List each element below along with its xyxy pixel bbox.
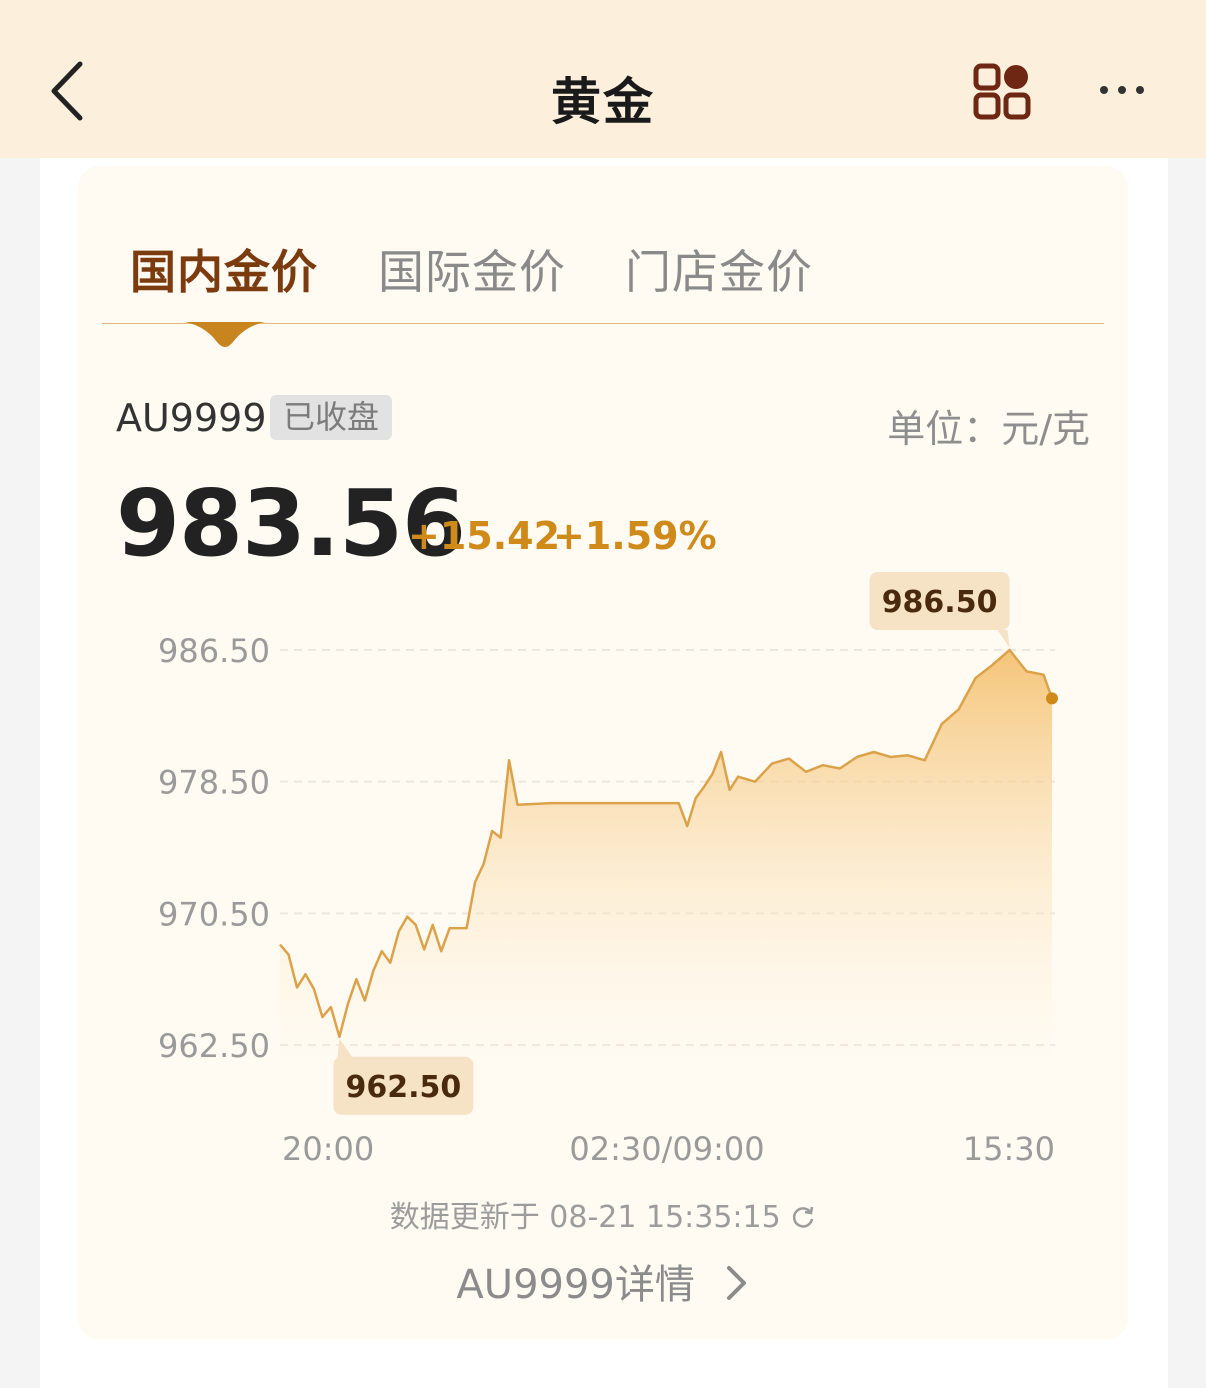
price-chart[interactable]: 986.50 978.50 970.50 962.50 20:00 02:30/09:00… <box>0 0 1206 1190</box>
y-tick-label: 986.50 <box>158 632 270 670</box>
x-tick-label: 15:30 <box>963 1130 1055 1168</box>
y-tick-label: 962.50 <box>158 1027 270 1065</box>
au9999-detail-link[interactable]: AU9999详情 <box>0 1252 1206 1310</box>
price-area <box>280 650 1052 1055</box>
update-time: 数据更新于 08-21 15:35:15 <box>0 1192 1206 1236</box>
max-callout-pointer <box>997 630 1010 648</box>
y-tick-label: 970.50 <box>158 895 270 933</box>
last-price-dot <box>1046 692 1058 705</box>
y-tick-label: 978.50 <box>158 764 270 802</box>
refresh-icon[interactable] <box>790 1204 816 1230</box>
x-tick-label: 20:00 <box>282 1130 374 1168</box>
max-price-label: 986.50 <box>882 585 998 620</box>
update-time-text: 数据更新于 08-21 15:35:15 <box>389 1200 781 1235</box>
detail-link-label: AU9999详情 <box>456 1262 695 1308</box>
chevron-right-icon <box>726 1266 746 1300</box>
min-price-label: 962.50 <box>345 1070 461 1105</box>
x-tick-label: 02:30/09:00 <box>569 1130 764 1168</box>
